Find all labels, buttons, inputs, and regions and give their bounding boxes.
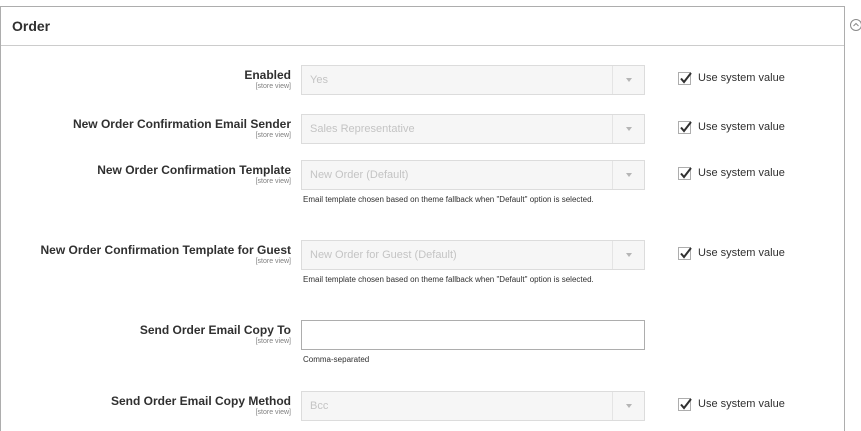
field-note: Comma-separated bbox=[303, 355, 370, 364]
select-divider bbox=[612, 66, 613, 94]
use-system-label: Use system value bbox=[698, 247, 785, 259]
checkbox-checked-icon[interactable] bbox=[678, 167, 692, 180]
enabled-select[interactable]: Yes bbox=[301, 65, 645, 95]
field-label: Enabled bbox=[244, 68, 291, 82]
order-config-panel: Order Enabled [store view] Yes Use syste… bbox=[0, 6, 845, 431]
email-copy-to-input[interactable] bbox=[301, 320, 645, 350]
field-label: Send Order Email Copy To bbox=[139, 323, 291, 337]
select-divider bbox=[612, 161, 613, 189]
use-system-label: Use system value bbox=[698, 72, 785, 84]
field-scope: [store view] bbox=[255, 338, 291, 345]
field-label: New Order Confirmation Template for Gues… bbox=[40, 243, 291, 257]
field-scope: [store view] bbox=[255, 258, 291, 265]
checkbox-checked-icon[interactable] bbox=[678, 121, 692, 134]
select-value: New Order for Guest (Default) bbox=[310, 249, 457, 261]
select-divider bbox=[612, 241, 613, 269]
email-sender-select[interactable]: Sales Representative bbox=[301, 114, 645, 144]
confirmation-template-select[interactable]: New Order (Default) bbox=[301, 160, 645, 190]
chevron-down-icon bbox=[626, 173, 632, 177]
guest-template-select[interactable]: New Order for Guest (Default) bbox=[301, 240, 645, 270]
field-note: Email template chosen based on theme fal… bbox=[303, 275, 594, 284]
use-system-label: Use system value bbox=[698, 167, 785, 179]
select-value: Bcc bbox=[310, 400, 329, 412]
chevron-down-icon bbox=[626, 253, 632, 257]
select-divider bbox=[612, 392, 613, 420]
chevron-down-icon bbox=[626, 127, 632, 131]
checkbox-checked-icon[interactable] bbox=[678, 72, 692, 85]
section-header[interactable]: Order bbox=[1, 7, 844, 46]
select-value: New Order (Default) bbox=[310, 169, 409, 181]
field-scope: [store view] bbox=[255, 83, 291, 90]
chevron-down-icon bbox=[626, 78, 632, 82]
use-system-label: Use system value bbox=[698, 398, 785, 410]
checkbox-checked-icon[interactable] bbox=[678, 398, 692, 411]
field-note: Email template chosen based on theme fal… bbox=[303, 195, 594, 204]
select-divider bbox=[612, 115, 613, 143]
email-copy-method-select[interactable]: Bcc bbox=[301, 391, 645, 421]
field-scope: [store view] bbox=[255, 132, 291, 139]
field-scope: [store view] bbox=[255, 409, 291, 416]
use-system-label: Use system value bbox=[698, 121, 785, 133]
select-value: Yes bbox=[310, 74, 328, 86]
chevron-down-icon bbox=[626, 404, 632, 408]
field-scope: [store view] bbox=[255, 178, 291, 185]
field-label: New Order Confirmation Template bbox=[97, 163, 291, 177]
collapse-up-icon[interactable] bbox=[850, 19, 861, 31]
checkbox-checked-icon[interactable] bbox=[678, 247, 692, 260]
section-title: Order bbox=[12, 18, 51, 34]
field-label: Send Order Email Copy Method bbox=[110, 394, 291, 408]
select-value: Sales Representative bbox=[310, 123, 415, 135]
field-label: New Order Confirmation Email Sender bbox=[72, 117, 291, 131]
